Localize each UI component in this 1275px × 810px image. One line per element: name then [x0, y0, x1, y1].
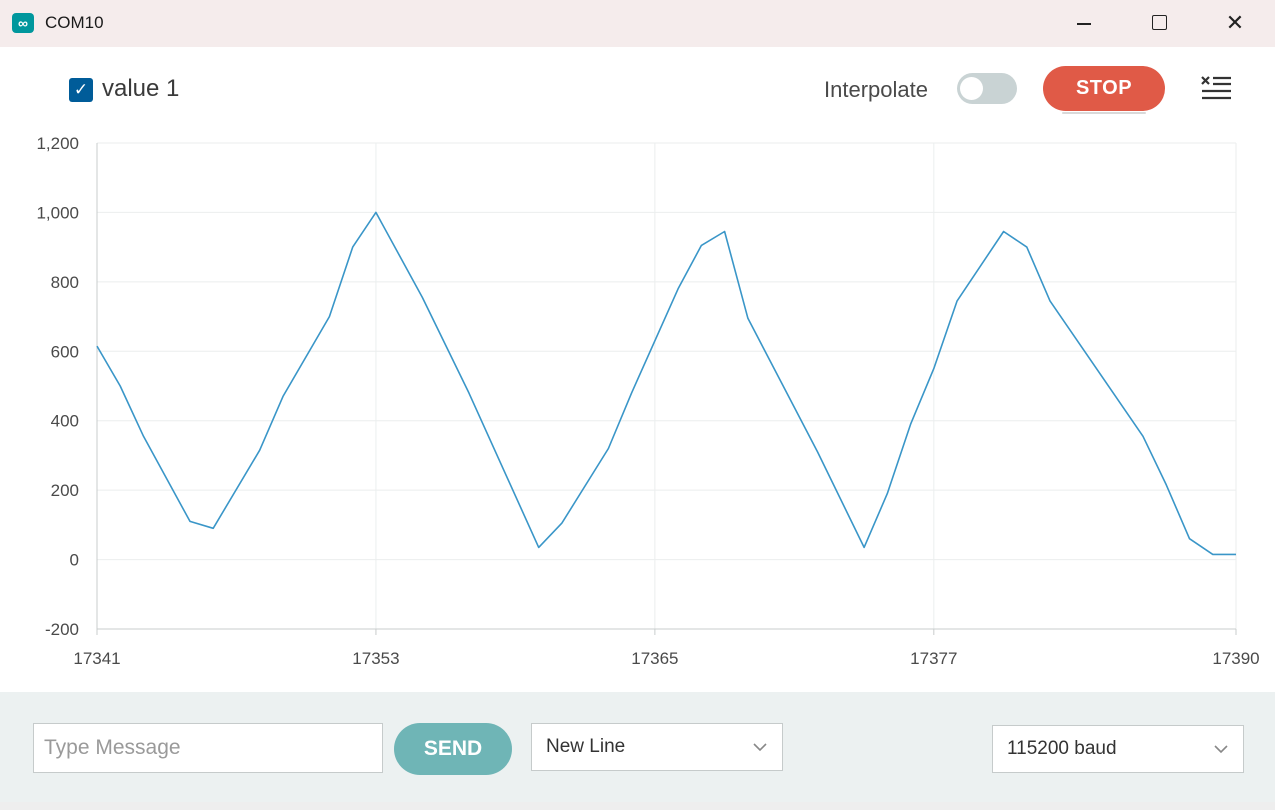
interpolate-label: Interpolate — [824, 77, 928, 102]
x-tick-label: 17377 — [910, 649, 957, 668]
minimize-button[interactable] — [1064, 8, 1104, 38]
x-tick-label: 17353 — [352, 649, 399, 668]
clear-list-icon[interactable] — [1198, 72, 1234, 106]
send-button[interactable]: SEND — [394, 723, 512, 775]
line-ending-value: New Line — [546, 736, 626, 757]
value-1-checkbox[interactable]: ✓ — [69, 78, 93, 102]
close-button[interactable]: ✕ — [1215, 8, 1255, 38]
x-tick-label: 17341 — [73, 649, 120, 668]
series-line-value-1 — [96, 211, 1236, 556]
y-tick-label: 600 — [51, 342, 79, 361]
x-tick-label: 17365 — [631, 649, 678, 668]
stop-button[interactable]: STOP — [1043, 66, 1165, 111]
maximize-icon — [1151, 14, 1167, 30]
plot-chart: -200 0 200 400 600 800 1,000 1,200 17341 17353 173… — [36, 134, 1259, 668]
stop-button-shadow — [1062, 112, 1146, 114]
chevron-down-icon — [753, 743, 767, 752]
chevron-down-icon — [1214, 745, 1228, 754]
background-window-sliver — [0, 802, 1275, 810]
minimize-icon — [1077, 22, 1091, 25]
window-title: COM10 — [45, 13, 104, 32]
close-icon: ✕ — [1225, 10, 1245, 35]
y-tick-label: 0 — [70, 551, 79, 570]
y-tick-label: 800 — [51, 273, 79, 292]
y-tick-label: 200 — [51, 481, 79, 500]
message-input[interactable] — [33, 723, 383, 773]
y-tick-label: -200 — [45, 620, 79, 639]
title-bar: ∞ COM10 ✕ — [0, 0, 1275, 47]
legend-label[interactable]: value 1 — [102, 75, 179, 103]
y-tick-label: 400 — [51, 412, 79, 431]
y-tick-label: 1,200 — [36, 134, 79, 153]
arduino-infinity-icon: ∞ — [12, 13, 34, 33]
check-icon: ✓ — [73, 80, 89, 99]
toggle-knob — [960, 77, 983, 100]
x-tick-label: 17390 — [1212, 649, 1259, 668]
baud-rate-value: 115200 baud — [1007, 738, 1117, 759]
interpolate-toggle[interactable] — [957, 73, 1017, 104]
y-tick-label: 1,000 — [36, 203, 79, 222]
baud-rate-select[interactable]: 115200 baud — [992, 725, 1244, 773]
maximize-button[interactable] — [1139, 8, 1179, 38]
line-ending-select[interactable]: New Line — [531, 723, 783, 771]
